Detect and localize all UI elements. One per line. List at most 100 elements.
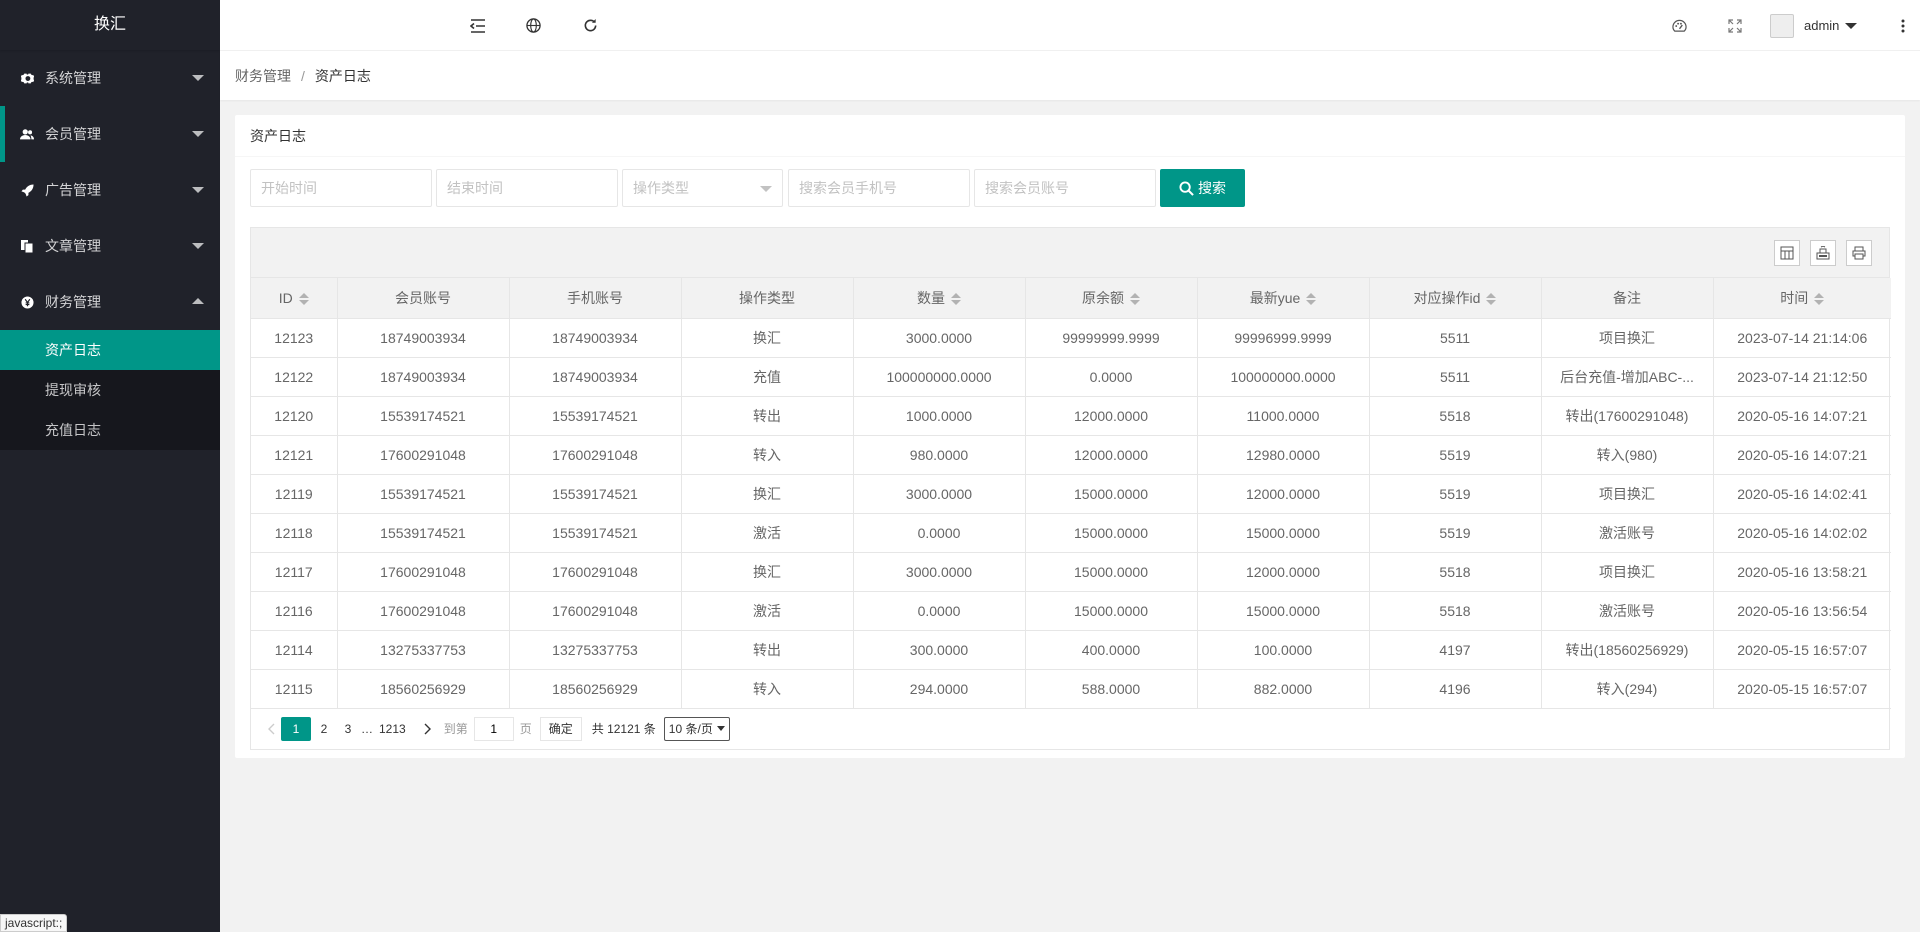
finance-submenu: 资产日志 提现审核 充值日志 <box>0 330 220 450</box>
table-row[interactable]: 12118 15539174521 15539174521 激活 0.0000 15000… <box>251 513 1891 553</box>
end-time-input[interactable] <box>436 169 618 207</box>
cell-operation-id: 5511 <box>1369 318 1542 358</box>
page-1[interactable]: 1 <box>281 716 311 741</box>
total-count: 共 12121 条 <box>591 722 656 736</box>
cell-operation-type: 转出 <box>681 630 854 670</box>
page-last[interactable]: 1213 <box>375 717 410 741</box>
col-header-operation-id[interactable]: 对应操作id <box>1369 278 1542 319</box>
account-search-input[interactable] <box>974 169 1156 207</box>
table-row[interactable]: 12123 18749003934 18749003934 换汇 3000.0000 99… <box>251 318 1891 358</box>
rocket-icon <box>20 162 34 218</box>
col-header-amount[interactable]: 数量 <box>853 278 1026 319</box>
table-body: 12123 18749003934 18749003934 换汇 3000.0000 99… <box>251 318 1891 709</box>
table-row[interactable]: 12115 18560256929 18560256929 转入 294.0000 588… <box>251 669 1891 709</box>
chevron-up-icon <box>192 298 204 304</box>
cell-member-account: 15539174521 <box>337 396 510 436</box>
fullscreen-icon[interactable] <box>1715 0 1755 51</box>
menu-system[interactable]: 系统管理 <box>0 50 220 106</box>
more-icon[interactable] <box>1883 0 1920 51</box>
avatar <box>1770 13 1794 38</box>
submenu-asset-log[interactable]: 资产日志 <box>0 330 220 370</box>
cell-time: 2020-05-16 14:07:21 <box>1713 435 1891 475</box>
col-header-id[interactable]: ID <box>251 278 338 319</box>
print-icon[interactable] <box>1846 240 1872 266</box>
cell-old-balance: 400.0000 <box>1025 630 1198 670</box>
next-page-icon[interactable] <box>418 717 438 741</box>
table-row[interactable]: 12119 15539174521 15539174521 换汇 3000.0000 15… <box>251 474 1891 514</box>
cell-amount: 100000000.0000 <box>853 357 1026 397</box>
breadcrumb-parent[interactable]: 财务管理 <box>235 66 291 86</box>
chevron-down-icon <box>716 726 725 731</box>
sort-icon[interactable] <box>1486 293 1497 306</box>
goto-confirm-button[interactable]: 确定 <box>539 716 582 741</box>
cell-amount: 1000.0000 <box>853 396 1026 436</box>
phone-search-input[interactable] <box>788 169 970 207</box>
breadcrumb-separator: / <box>301 67 305 84</box>
col-header-time[interactable]: 时间 <box>1713 278 1891 319</box>
submenu-withdraw-review[interactable]: 提现审核 <box>0 370 220 410</box>
cell-member-account: 15539174521 <box>337 513 510 553</box>
cell-operation-id: 5518 <box>1369 396 1542 436</box>
user-menu[interactable]: admin <box>1770 0 1858 51</box>
prev-page-icon[interactable] <box>261 717 281 741</box>
sort-icon[interactable] <box>298 293 309 306</box>
search-button-label: 搜索 <box>1198 180 1226 196</box>
sidebar: 换汇 系统管理 会员管理 广告管理 文章管理 财务管理 资产日志 提现审核 充值… <box>0 0 220 932</box>
top-header: admin <box>220 0 1920 51</box>
menu-ads[interactable]: 广告管理 <box>0 162 220 218</box>
cell-id: 12119 <box>251 474 338 514</box>
cell-amount: 3000.0000 <box>853 474 1026 514</box>
cell-time: 2020-05-16 13:56:54 <box>1713 591 1891 631</box>
menu-members[interactable]: 会员管理 <box>0 106 220 162</box>
sort-icon[interactable] <box>1130 293 1140 306</box>
cell-id: 12121 <box>251 435 338 475</box>
sort-icon[interactable] <box>951 293 961 306</box>
cell-operation-type: 换汇 <box>681 474 854 514</box>
cell-time: 2023-07-14 21:12:50 <box>1713 357 1891 397</box>
submenu-recharge-log[interactable]: 充值日志 <box>0 410 220 450</box>
refresh-icon[interactable] <box>570 0 610 51</box>
sort-icon[interactable] <box>1814 293 1825 306</box>
app-logo[interactable]: 换汇 <box>0 0 220 50</box>
cell-remark: 激活账号 <box>1541 513 1714 553</box>
page-3[interactable]: 3 <box>337 717 359 741</box>
goto-page-input[interactable] <box>473 716 514 741</box>
status-bar-tooltip: javascript:; <box>0 914 68 932</box>
col-header-new-balance[interactable]: 最新yue <box>1197 278 1370 319</box>
cell-member-account: 18560256929 <box>337 669 510 709</box>
chevron-down-icon <box>192 131 204 137</box>
operation-type-select[interactable]: 操作类型 <box>622 169 783 207</box>
col-header-remark: 备注 <box>1541 278 1714 319</box>
page-size-select[interactable]: 10 条/页 <box>663 716 730 741</box>
table-row[interactable]: 12120 15539174521 15539174521 转出 1000.0000 12… <box>251 396 1891 436</box>
goto-label: 到第 <box>443 722 468 736</box>
start-time-input[interactable] <box>250 169 432 207</box>
card-title: 资产日志 <box>235 115 1905 157</box>
table-row[interactable]: 12117 17600291048 17600291048 换汇 3000.0000 15… <box>251 552 1891 592</box>
table-row[interactable]: 12116 17600291048 17600291048 激活 0.0000 15000… <box>251 591 1891 631</box>
theme-icon[interactable] <box>1659 0 1699 51</box>
table-row[interactable]: 12114 13275337753 13275337753 转出 300.0000 400… <box>251 630 1891 670</box>
cell-operation-type: 转入 <box>681 669 854 709</box>
cell-id: 12120 <box>251 396 338 436</box>
cell-amount: 980.0000 <box>853 435 1026 475</box>
menu-toggle-icon[interactable] <box>458 0 498 51</box>
search-button[interactable]: 搜索 <box>1160 169 1245 207</box>
sort-icon[interactable] <box>1306 293 1317 306</box>
menu-finance[interactable]: 财务管理 <box>0 274 220 330</box>
table-row[interactable]: 12121 17600291048 17600291048 转入 980.0000 120… <box>251 435 1891 475</box>
cell-operation-type: 充值 <box>681 357 854 397</box>
cell-phone: 13275337753 <box>509 630 682 670</box>
columns-filter-icon[interactable] <box>1774 240 1800 266</box>
menu-articles[interactable]: 文章管理 <box>0 218 220 274</box>
globe-icon[interactable] <box>513 0 553 51</box>
page-2[interactable]: 2 <box>313 717 335 741</box>
col-header-old-balance[interactable]: 原余额 <box>1025 278 1198 319</box>
chevron-down-icon <box>192 187 204 193</box>
cell-id: 12118 <box>251 513 338 553</box>
menu-label: 系统管理 <box>45 70 101 86</box>
export-icon[interactable] <box>1810 240 1836 266</box>
menu-label: 财务管理 <box>45 294 101 310</box>
cell-operation-type: 转入 <box>681 435 854 475</box>
table-row[interactable]: 12122 18749003934 18749003934 充值 100000000.0… <box>251 357 1891 397</box>
